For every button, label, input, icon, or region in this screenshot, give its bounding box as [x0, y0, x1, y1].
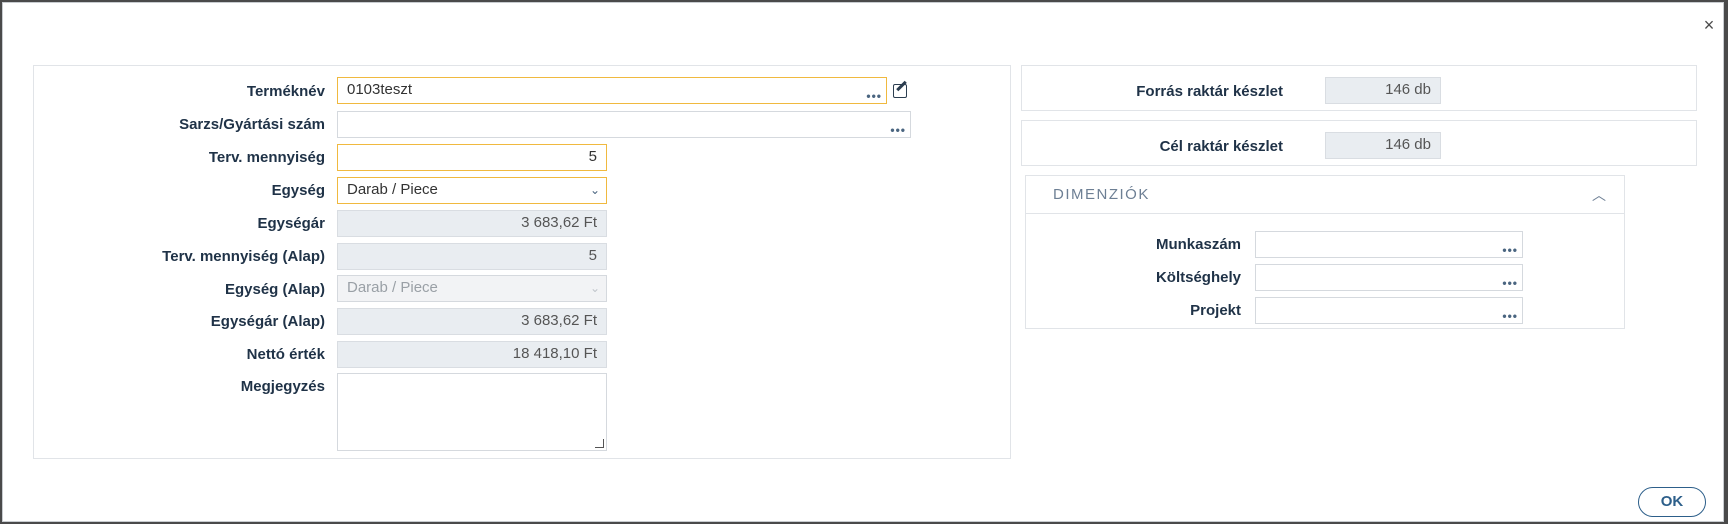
target-stock-label: Cél raktár készlet — [1159, 138, 1283, 155]
net-value-label: Nettó érték — [246, 346, 325, 363]
cost-center-field[interactable]: ••• — [1255, 264, 1523, 291]
edit-icon[interactable] — [893, 84, 907, 98]
dimensions-title: DIMENZIÓK — [1053, 186, 1150, 203]
net-value-field: 18 418,10 Ft — [337, 341, 607, 368]
collapse-caret-icon[interactable]: ︿ — [1592, 185, 1606, 205]
work-number-lookup-icon[interactable]: ••• — [1502, 244, 1518, 256]
project-lookup-icon[interactable]: ••• — [1502, 310, 1518, 322]
work-number-label: Munkaszám — [1155, 236, 1241, 253]
resize-handle-icon[interactable] — [595, 439, 604, 448]
note-textarea[interactable] — [337, 373, 607, 451]
product-lookup-icon[interactable]: ••• — [866, 90, 882, 102]
planned-qty-base-label: Terv. mennyiség (Alap) — [162, 248, 325, 265]
batch-label: Sarzs/Gyártási szám — [179, 116, 325, 133]
project-field[interactable]: ••• — [1255, 297, 1523, 324]
source-stock-label: Forrás raktár készlet — [1136, 83, 1283, 100]
product-name-value: 0103teszt — [347, 81, 413, 98]
cost-center-lookup-icon[interactable]: ••• — [1502, 277, 1518, 289]
planned-qty-label: Terv. mennyiség — [208, 149, 325, 166]
product-name-field[interactable]: 0103teszt ••• — [337, 77, 887, 104]
work-number-field[interactable]: ••• — [1255, 231, 1523, 258]
note-label: Megjegyzés — [240, 378, 325, 395]
planned-qty-base-field: 5 — [337, 243, 607, 270]
unit-price-field: 3 683,62 Ft — [337, 210, 607, 237]
dimensions-header[interactable]: DIMENZIÓK ︿ — [1026, 176, 1624, 214]
batch-field[interactable]: ••• — [337, 111, 911, 138]
target-stock-field: 146 db — [1325, 132, 1441, 159]
unit-base-label: Egység (Alap) — [224, 281, 325, 298]
cost-center-label: Költséghely — [1155, 269, 1241, 286]
dialog: × Terméknév 0103teszt ••• Sarzs/Gyártási… — [2, 2, 1724, 522]
ok-button[interactable]: OK — [1638, 487, 1706, 517]
chevron-down-icon: ⌄ — [589, 183, 600, 197]
product-name-label: Terméknév — [246, 83, 325, 100]
unit-base-value: Darab / Piece — [347, 279, 438, 296]
unit-price-base-field: 3 683,62 Ft — [337, 308, 607, 335]
unit-base-select: Darab / Piece ⌄ — [337, 275, 607, 302]
source-stock-field: 146 db — [1325, 77, 1441, 104]
close-icon[interactable]: × — [1699, 15, 1719, 35]
unit-select[interactable]: Darab / Piece ⌄ — [337, 177, 607, 204]
project-label: Projekt — [1190, 302, 1241, 319]
unit-price-label: Egységár — [257, 215, 325, 232]
unit-label: Egység — [271, 182, 325, 199]
chevron-down-icon: ⌄ — [589, 281, 600, 295]
unit-price-base-label: Egységár (Alap) — [210, 313, 325, 330]
batch-lookup-icon[interactable]: ••• — [890, 124, 906, 136]
planned-qty-input[interactable]: 5 — [337, 144, 607, 171]
unit-value: Darab / Piece — [347, 181, 438, 198]
